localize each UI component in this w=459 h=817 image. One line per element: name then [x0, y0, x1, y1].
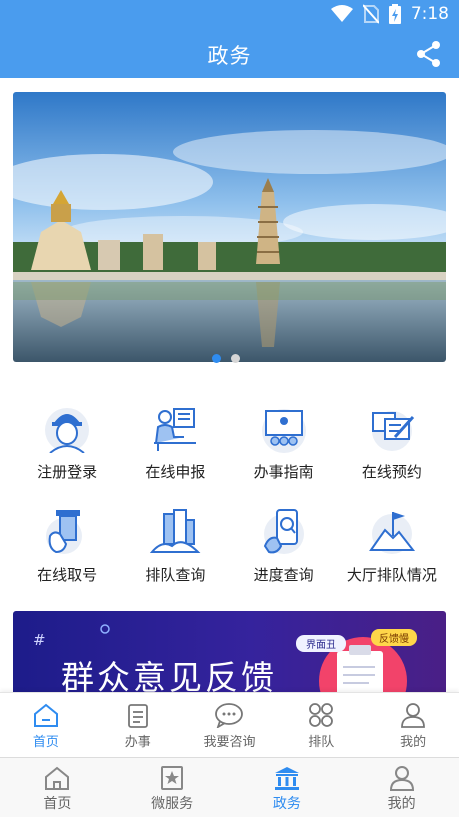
- service-take-number[interactable]: 在线取号: [13, 501, 121, 604]
- clipboard-icon: [127, 704, 148, 728]
- guide-icon: [261, 409, 306, 453]
- feedback-banner[interactable]: # 群众意见反馈 界面丑 反馈慢: [13, 611, 446, 701]
- carousel-indicator: [212, 354, 240, 363]
- inner-tab-mine[interactable]: 我的: [367, 693, 459, 757]
- tab-label: 我的: [387, 796, 416, 812]
- inner-tab-affairs[interactable]: 办事: [92, 693, 184, 757]
- service-label: 办事指南: [253, 463, 314, 481]
- promo-tag: 反馈慢: [371, 629, 417, 646]
- chat-icon: [215, 703, 244, 728]
- star-book-icon: [161, 766, 184, 790]
- tab-micro-service[interactable]: 微服务: [115, 758, 230, 817]
- status-time: 7:18: [410, 4, 449, 24]
- tab-label: 办事: [124, 735, 151, 750]
- service-grid: 注册登录 在线申报 办事指南 在线预约 在线取号 排队查询 进度查询 大厅排队情…: [13, 398, 446, 604]
- banner-image: [13, 92, 446, 362]
- service-label: 大厅排队情况: [346, 566, 437, 584]
- appointment-icon: [371, 411, 414, 451]
- service-register-login[interactable]: 注册登录: [13, 398, 121, 501]
- status-bar: 7:18: [0, 0, 459, 30]
- bottom-tab-bar: 首页 微服务 政务 我的: [0, 757, 459, 817]
- service-guide[interactable]: 办事指南: [230, 398, 338, 501]
- service-label: 排队查询: [145, 566, 206, 584]
- promo-tag: 界面丑: [296, 635, 346, 652]
- tab-government[interactable]: 政务: [230, 758, 345, 817]
- queue-query-icon: [150, 509, 201, 553]
- user-icon: [389, 766, 414, 791]
- tab-label: 微服务: [151, 796, 194, 812]
- service-label: 在线预约: [361, 463, 422, 481]
- tab-label: 政务: [272, 796, 301, 812]
- tab-label: 首页: [32, 735, 59, 750]
- service-queue-query[interactable]: 排队查询: [121, 501, 229, 604]
- carousel-dot[interactable]: [231, 354, 240, 363]
- grid-icon: [309, 703, 334, 727]
- tab-home[interactable]: 首页: [0, 758, 115, 817]
- app-bar: 政务: [0, 30, 459, 78]
- tab-label: 首页: [43, 796, 72, 812]
- tab-mine[interactable]: 我的: [344, 758, 459, 817]
- page-title: 政务: [207, 44, 252, 68]
- service-online-declare[interactable]: 在线申报: [121, 398, 229, 501]
- take-number-icon: [46, 510, 83, 554]
- service-hall-queue[interactable]: 大厅排队情况: [338, 501, 446, 604]
- government-building-icon: [274, 767, 299, 790]
- tab-label: 排队: [308, 735, 335, 750]
- user-icon: [401, 703, 425, 728]
- banner-carousel[interactable]: [13, 92, 446, 362]
- service-progress-query[interactable]: 进度查询: [230, 501, 338, 604]
- decorative-ring-icon: [100, 624, 110, 634]
- home-icon: [33, 703, 58, 727]
- wifi-icon: [330, 5, 353, 22]
- inner-tab-queue[interactable]: 排队: [275, 693, 367, 757]
- progress-query-icon: [263, 509, 304, 554]
- service-appointment[interactable]: 在线预约: [338, 398, 446, 501]
- share-icon: [417, 41, 440, 67]
- promo-hash: #: [33, 631, 46, 649]
- user-register-icon: [45, 408, 90, 453]
- inner-tab-consult[interactable]: 我要咨询: [184, 693, 276, 757]
- service-label: 注册登录: [37, 463, 98, 481]
- hall-queue-icon: [368, 512, 415, 554]
- battery-charging-icon: [388, 4, 401, 24]
- tab-label: 我要咨询: [203, 735, 256, 750]
- service-label: 在线取号: [37, 566, 98, 584]
- inner-tab-home[interactable]: 首页: [0, 693, 92, 757]
- share-button[interactable]: [415, 40, 443, 68]
- home-icon: [45, 766, 70, 790]
- carousel-dot-active[interactable]: [212, 354, 221, 363]
- inner-tab-bar: 首页 办事 我要咨询 排队 我的: [0, 692, 459, 757]
- service-label: 在线申报: [145, 463, 206, 481]
- online-declare-icon: [154, 408, 197, 451]
- service-label: 进度查询: [253, 566, 314, 584]
- no-sim-icon: [362, 4, 379, 24]
- tab-label: 我的: [400, 735, 427, 750]
